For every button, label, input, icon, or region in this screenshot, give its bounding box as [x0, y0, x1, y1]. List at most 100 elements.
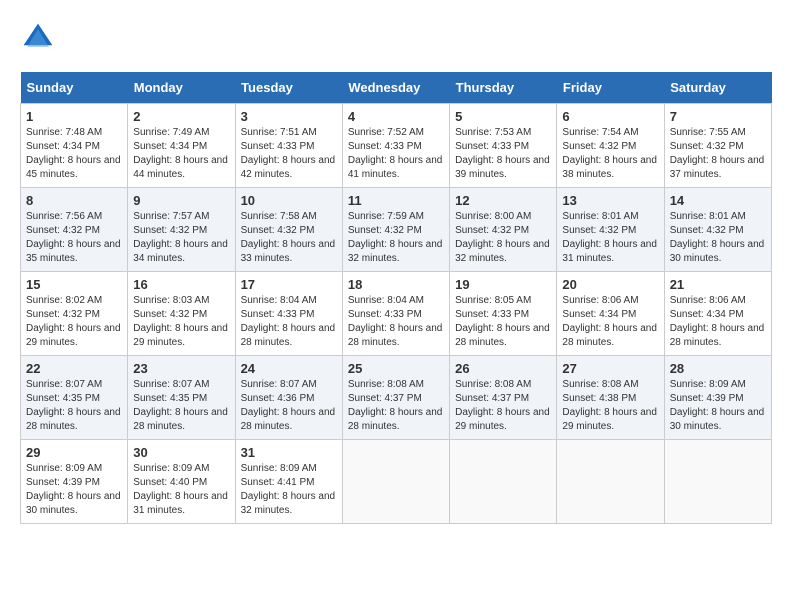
- day-info: Sunrise: 7:59 AMSunset: 4:32 PMDaylight:…: [348, 210, 444, 266]
- day-number: 16: [133, 277, 229, 292]
- day-number: 6: [562, 109, 658, 124]
- day-number: 31: [241, 445, 337, 460]
- day-info: Sunrise: 8:08 AMSunset: 4:37 PMDaylight:…: [455, 378, 551, 434]
- calendar-day-cell: 7Sunrise: 7:55 AMSunset: 4:32 PMDaylight…: [664, 104, 771, 188]
- calendar-day-cell: 15 Sunrise: 8:02 AMSunset: 4:32 PMDayligh…: [21, 272, 128, 356]
- day-info: Sunrise: 8:01 AMSunset: 4:32 PMDaylight:…: [562, 210, 658, 266]
- day-of-week-header: Sunday: [21, 72, 128, 104]
- logo: [20, 20, 62, 56]
- calendar-day-cell: [557, 440, 664, 524]
- calendar-day-cell: 8 Sunrise: 7:56 AMSunset: 4:32 PMDaylight…: [21, 188, 128, 272]
- calendar-body: 1 Sunrise: 7:48 AMSunset: 4:34 PMDaylight…: [21, 104, 772, 524]
- calendar-day-cell: 1 Sunrise: 7:48 AMSunset: 4:34 PMDaylight…: [21, 104, 128, 188]
- calendar-day-cell: 16Sunrise: 8:03 AMSunset: 4:32 PMDayligh…: [128, 272, 235, 356]
- day-info: Sunrise: 7:58 AMSunset: 4:32 PMDaylight:…: [241, 210, 337, 266]
- calendar-day-cell: [664, 440, 771, 524]
- calendar-day-cell: 4 Sunrise: 7:52 AMSunset: 4:33 PMDaylight…: [342, 104, 449, 188]
- day-info: Sunrise: 7:49 AMSunset: 4:34 PMDaylight:…: [133, 126, 229, 182]
- day-of-week-header: Friday: [557, 72, 664, 104]
- calendar-day-cell: 2 Sunrise: 7:49 AMSunset: 4:34 PMDaylight…: [128, 104, 235, 188]
- day-number: 26: [455, 361, 551, 376]
- day-info: Sunrise: 7:55 AMSunset: 4:32 PMDaylight:…: [670, 126, 766, 182]
- calendar-day-cell: 26 Sunrise: 8:08 AMSunset: 4:37 PMDayligh…: [450, 356, 557, 440]
- day-number: 3: [241, 109, 337, 124]
- day-number: 1: [26, 109, 122, 124]
- calendar-day-cell: 17 Sunrise: 8:04 AMSunset: 4:33 PMDayligh…: [235, 272, 342, 356]
- day-number: 10: [241, 193, 337, 208]
- day-info: Sunrise: 7:51 AMSunset: 4:33 PMDaylight:…: [241, 126, 337, 182]
- day-number: 12: [455, 193, 551, 208]
- day-number: 29: [26, 445, 122, 460]
- day-of-week-header: Wednesday: [342, 72, 449, 104]
- calendar-table: SundayMondayTuesdayWednesdayThursdayFrid…: [20, 72, 772, 524]
- day-number: 11: [348, 193, 444, 208]
- day-number: 17: [241, 277, 337, 292]
- calendar-week-row: 29 Sunrise: 8:09 AMSunset: 4:39 PMDayligh…: [21, 440, 772, 524]
- day-of-week-header: Monday: [128, 72, 235, 104]
- day-number: 24: [241, 361, 337, 376]
- day-number: 13: [562, 193, 658, 208]
- day-number: 19: [455, 277, 551, 292]
- day-number: 23: [133, 361, 229, 376]
- calendar-day-cell: 19Sunrise: 8:05 AMSunset: 4:33 PMDayligh…: [450, 272, 557, 356]
- calendar-day-cell: 14Sunrise: 8:01 AMSunset: 4:32 PMDayligh…: [664, 188, 771, 272]
- day-of-week-header: Tuesday: [235, 72, 342, 104]
- calendar-day-cell: 22 Sunrise: 8:07 AMSunset: 4:35 PMDayligh…: [21, 356, 128, 440]
- calendar-day-cell: [342, 440, 449, 524]
- calendar-day-cell: 29 Sunrise: 8:09 AMSunset: 4:39 PMDayligh…: [21, 440, 128, 524]
- day-number: 28: [670, 361, 766, 376]
- calendar-day-cell: 12Sunrise: 8:00 AMSunset: 4:32 PMDayligh…: [450, 188, 557, 272]
- day-info: Sunrise: 8:09 AMSunset: 4:39 PMDaylight:…: [26, 462, 122, 518]
- day-info: Sunrise: 8:02 AMSunset: 4:32 PMDaylight:…: [26, 294, 122, 350]
- day-info: Sunrise: 8:07 AMSunset: 4:35 PMDaylight:…: [26, 378, 122, 434]
- day-info: Sunrise: 8:09 AMSunset: 4:40 PMDaylight:…: [133, 462, 229, 518]
- day-info: Sunrise: 8:01 AMSunset: 4:32 PMDaylight:…: [670, 210, 766, 266]
- calendar-day-cell: 24 Sunrise: 8:07 AMSunset: 4:36 PMDayligh…: [235, 356, 342, 440]
- day-info: Sunrise: 8:07 AMSunset: 4:36 PMDaylight:…: [241, 378, 337, 434]
- day-number: 18: [348, 277, 444, 292]
- day-number: 5: [455, 109, 551, 124]
- calendar-day-cell: 18 Sunrise: 8:04 AMSunset: 4:33 PMDayligh…: [342, 272, 449, 356]
- calendar-day-cell: 5Sunrise: 7:53 AMSunset: 4:33 PMDaylight…: [450, 104, 557, 188]
- calendar-day-cell: 9 Sunrise: 7:57 AMSunset: 4:32 PMDaylight…: [128, 188, 235, 272]
- day-number: 20: [562, 277, 658, 292]
- day-number: 9: [133, 193, 229, 208]
- calendar-day-cell: 30 Sunrise: 8:09 AMSunset: 4:40 PMDayligh…: [128, 440, 235, 524]
- day-info: Sunrise: 8:08 AMSunset: 4:37 PMDaylight:…: [348, 378, 444, 434]
- day-info: Sunrise: 8:04 AMSunset: 4:33 PMDaylight:…: [241, 294, 337, 350]
- day-info: Sunrise: 8:04 AMSunset: 4:33 PMDaylight:…: [348, 294, 444, 350]
- day-number: 27: [562, 361, 658, 376]
- calendar-day-cell: 28Sunrise: 8:09 AMSunset: 4:39 PMDayligh…: [664, 356, 771, 440]
- page-header: [20, 20, 772, 56]
- calendar-day-cell: 21 Sunrise: 8:06 AMSunset: 4:34 PMDayligh…: [664, 272, 771, 356]
- day-number: 30: [133, 445, 229, 460]
- calendar-day-cell: 3 Sunrise: 7:51 AMSunset: 4:33 PMDaylight…: [235, 104, 342, 188]
- day-info: Sunrise: 7:56 AMSunset: 4:32 PMDaylight:…: [26, 210, 122, 266]
- day-number: 25: [348, 361, 444, 376]
- calendar-day-cell: 23 Sunrise: 8:07 AMSunset: 4:35 PMDayligh…: [128, 356, 235, 440]
- calendar-day-cell: 20Sunrise: 8:06 AMSunset: 4:34 PMDayligh…: [557, 272, 664, 356]
- day-info: Sunrise: 8:07 AMSunset: 4:35 PMDaylight:…: [133, 378, 229, 434]
- day-number: 8: [26, 193, 122, 208]
- day-info: Sunrise: 8:08 AMSunset: 4:38 PMDaylight:…: [562, 378, 658, 434]
- day-number: 15: [26, 277, 122, 292]
- day-number: 2: [133, 109, 229, 124]
- calendar-week-row: 8 Sunrise: 7:56 AMSunset: 4:32 PMDaylight…: [21, 188, 772, 272]
- day-info: Sunrise: 8:09 AMSunset: 4:41 PMDaylight:…: [241, 462, 337, 518]
- day-number: 22: [26, 361, 122, 376]
- calendar-day-cell: 6Sunrise: 7:54 AMSunset: 4:32 PMDaylight…: [557, 104, 664, 188]
- day-info: Sunrise: 7:57 AMSunset: 4:32 PMDaylight:…: [133, 210, 229, 266]
- day-of-week-header: Thursday: [450, 72, 557, 104]
- calendar-week-row: 15 Sunrise: 8:02 AMSunset: 4:32 PMDayligh…: [21, 272, 772, 356]
- day-of-week-header: Saturday: [664, 72, 771, 104]
- calendar-header-row: SundayMondayTuesdayWednesdayThursdayFrid…: [21, 72, 772, 104]
- calendar-week-row: 1 Sunrise: 7:48 AMSunset: 4:34 PMDaylight…: [21, 104, 772, 188]
- day-info: Sunrise: 8:06 AMSunset: 4:34 PMDaylight:…: [670, 294, 766, 350]
- day-info: Sunrise: 7:48 AMSunset: 4:34 PMDaylight:…: [26, 126, 122, 182]
- day-info: Sunrise: 7:52 AMSunset: 4:33 PMDaylight:…: [348, 126, 444, 182]
- calendar-week-row: 22 Sunrise: 8:07 AMSunset: 4:35 PMDayligh…: [21, 356, 772, 440]
- day-number: 21: [670, 277, 766, 292]
- calendar-day-cell: [450, 440, 557, 524]
- calendar-day-cell: 25 Sunrise: 8:08 AMSunset: 4:37 PMDayligh…: [342, 356, 449, 440]
- day-number: 4: [348, 109, 444, 124]
